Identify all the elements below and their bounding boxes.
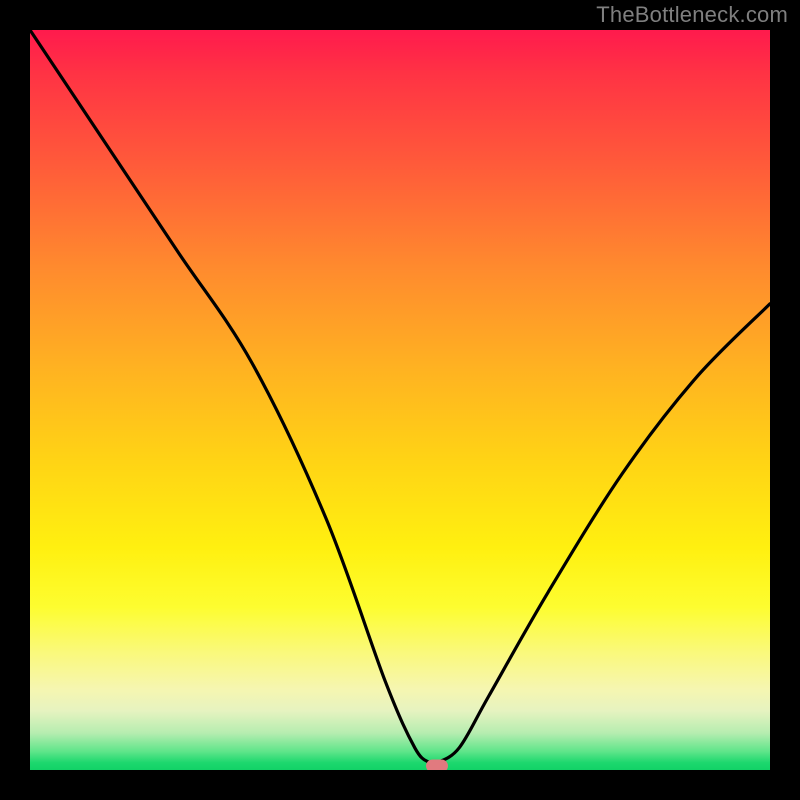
curve-path — [30, 30, 770, 764]
optimal-marker — [426, 759, 448, 770]
watermark-text: TheBottleneck.com — [596, 2, 788, 28]
bottleneck-curve — [30, 30, 770, 770]
plot-area — [30, 30, 770, 770]
chart-frame: TheBottleneck.com — [0, 0, 800, 800]
